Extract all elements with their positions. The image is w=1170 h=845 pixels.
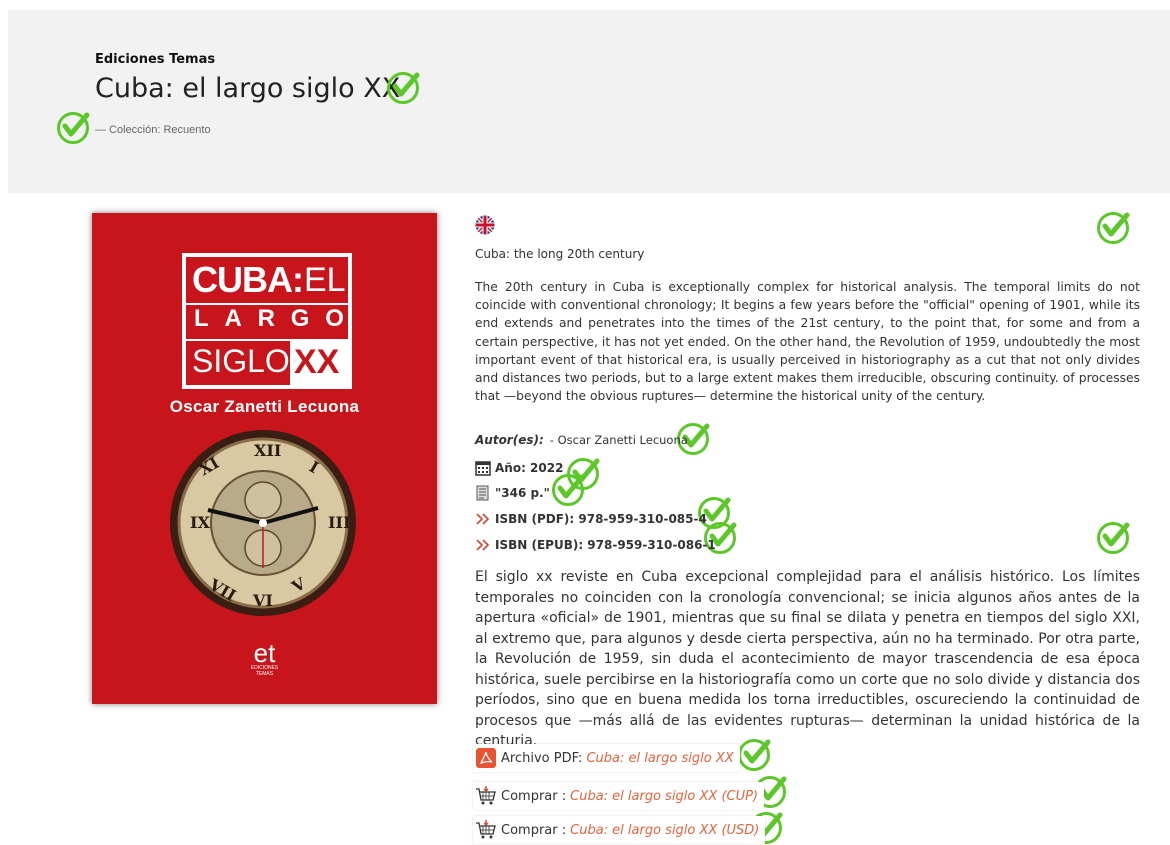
calendar-icon [475,461,491,476]
year-row: Año: 2022 [475,460,563,476]
cover-title-siglo: SIGLO [192,343,290,379]
svg-text:III: III [328,513,350,532]
cover-title-xx: XX [294,343,340,381]
year-value: Año: 2022 [495,461,564,475]
check-icon[interactable] [1096,211,1130,245]
buy-cup-item[interactable]: Comprar : Cuba: el largo siglo XX (CUP) [473,782,765,810]
author-row: Autor(es): - Oscar Zanetti Lecuona [475,433,688,447]
cover-title-cuba: CUBA: [192,259,304,300]
cart-icon [476,786,496,805]
svg-text:XII: XII [254,441,281,460]
publisher-name: Ediciones Temas [95,52,216,67]
cover-clock-illustration: XII I III IX VI XI V VII [170,430,356,616]
spanish-description: El siglo xx reviste en Cuba excepcional … [475,569,1140,749]
publisher-logo: et EDICIONES TEMAS [250,638,279,677]
page-title: Cuba: el largo siglo XX [95,73,401,104]
buy-cup-link[interactable]: Cuba: el largo siglo XX (CUP) [570,789,758,804]
check-icon[interactable] [56,111,90,145]
buy-cup-label: Comprar : [501,788,567,804]
check-icon[interactable] [386,71,420,105]
pages-icon [476,485,489,501]
cover-title-el: EL [304,261,346,299]
cover-author: Oscar Zanetti Lecuona [169,397,360,416]
book-cover[interactable]: CUBA: EL L A R G O SIGLO XX Oscar Zanett… [92,213,437,704]
english-description: The 20th century in Cuba is exceptionall… [475,280,1140,404]
svg-text:VI: VI [252,591,273,610]
chevron-double-right-icon [476,539,490,551]
buy-usd-label: Comprar : [501,822,567,838]
isbn-epub-row: ISBN (EPUB): 978-959-310-086-1 [475,537,716,553]
english-title: Cuba: the long 20th century [475,247,645,261]
collection-label: — Colección: Recuento [95,124,211,136]
check-icon[interactable] [551,473,585,507]
pdf-download-link[interactable]: Cuba: el largo siglo XX [586,751,733,766]
isbn-pdf-row: ISBN (PDF): 978-959-310-085-4 [475,511,707,527]
pdf-icon [476,748,496,768]
cart-icon [476,820,496,839]
cover-title-box: CUBA: EL L A R G O SIGLO XX [182,253,352,389]
pdf-download[interactable]: Archivo PDF: Cuba: el largo siglo XX [473,744,740,772]
uk-flag-icon[interactable] [475,215,495,235]
buy-usd-item[interactable]: Comprar : Cuba: el largo siglo XX (USD) [473,816,766,844]
check-icon[interactable] [1096,521,1130,555]
pages-value: "346 p." [495,486,550,500]
pages-row: "346 p." [475,485,550,501]
author-value[interactable]: - Oscar Zanetti Lecuona [550,433,688,447]
author-label: Autor(es): [475,433,544,447]
buy-usd-link[interactable]: Cuba: el largo siglo XX (USD) [570,823,759,838]
pdf-download-label: Archivo PDF: [501,750,583,766]
svg-text:IX: IX [190,513,210,532]
isbn-epub-value: ISBN (EPUB): 978-959-310-086-1 [495,538,716,552]
cover-title-largo: L A R G O [194,305,344,332]
chevron-double-right-icon [476,513,490,525]
isbn-pdf-value: ISBN (PDF): 978-959-310-085-4 [495,512,707,526]
